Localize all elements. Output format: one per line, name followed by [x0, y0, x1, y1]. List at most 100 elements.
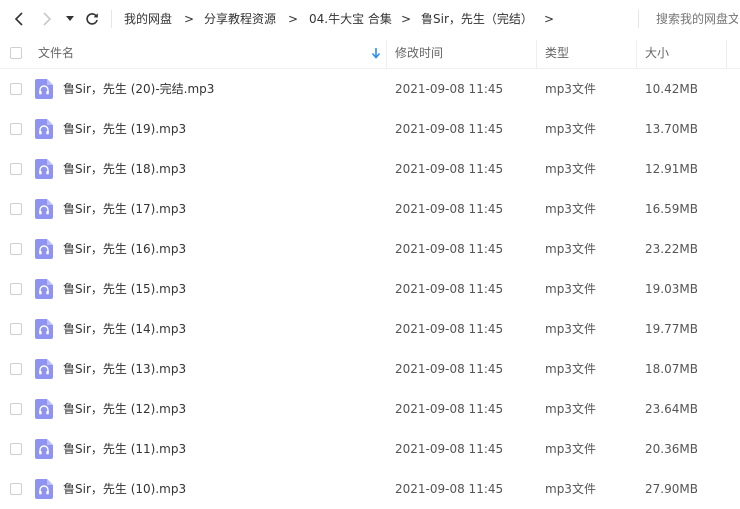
file-modified-time: 2021-09-08 11:45: [395, 482, 504, 496]
file-row[interactable]: 鲁Sir，先生 (12).mp3 2021-09-08 11:45 mp3文件 23.…: [0, 389, 740, 429]
chevron-left-icon: [14, 12, 23, 26]
file-row[interactable]: 鲁Sir，先生 (17).mp3 2021-09-08 11:45 mp3文件 16.…: [0, 189, 740, 229]
toolbar: 我的网盘 > 分享教程资源 > 04.牛大宝 合集 > 鲁Sir，先生（完结） …: [0, 0, 740, 38]
file-row[interactable]: 鲁Sir，先生 (20)-完结.mp3 2021-09-08 11:45 mp3文件…: [0, 69, 740, 109]
column-divider[interactable]: [726, 40, 727, 68]
file-row[interactable]: 鲁Sir，先生 (14).mp3 2021-09-08 11:45 mp3文件 19.…: [0, 309, 740, 349]
audio-file-icon: [35, 479, 53, 499]
audio-file-icon: [35, 79, 53, 99]
file-modified-time: 2021-09-08 11:45: [395, 82, 504, 96]
file-type: mp3文件: [545, 362, 596, 376]
file-name[interactable]: 鲁Sir，先生 (15).mp3: [63, 269, 186, 309]
file-size: 23.64MB: [645, 402, 698, 416]
file-type: mp3文件: [545, 162, 596, 176]
file-name[interactable]: 鲁Sir，先生 (19).mp3: [63, 109, 186, 149]
file-name[interactable]: 鲁Sir，先生 (14).mp3: [63, 309, 186, 349]
file-name[interactable]: 鲁Sir，先生 (11).mp3: [63, 429, 186, 469]
file-name[interactable]: 鲁Sir，先生 (13).mp3: [63, 349, 186, 389]
breadcrumb-item-my-drive[interactable]: 我的网盘: [124, 10, 172, 28]
file-modified-time: 2021-09-08 11:45: [395, 442, 504, 456]
row-checkbox[interactable]: [10, 123, 22, 135]
row-checkbox[interactable]: [10, 363, 22, 375]
audio-file-icon: [35, 119, 53, 139]
select-all-checkbox[interactable]: [10, 47, 22, 59]
breadcrumb-item-collection[interactable]: 04.牛大宝 合集: [309, 10, 392, 28]
column-header-name[interactable]: 文件名: [38, 38, 74, 68]
row-checkbox[interactable]: [10, 323, 22, 335]
file-name[interactable]: 鲁Sir，先生 (17).mp3: [63, 189, 186, 229]
row-checkbox[interactable]: [10, 283, 22, 295]
audio-file-icon: [35, 439, 53, 459]
audio-file-icon: [35, 279, 53, 299]
column-header-type[interactable]: 类型: [545, 38, 569, 68]
file-name[interactable]: 鲁Sir，先生 (12).mp3: [63, 389, 186, 429]
breadcrumb-separator: >: [401, 12, 412, 26]
column-header-size[interactable]: 大小: [645, 38, 669, 68]
toolbar-divider: [638, 10, 639, 28]
sort-descending-arrow-icon[interactable]: [371, 47, 381, 59]
breadcrumb-item-current-folder[interactable]: 鲁Sir，先生（完结）: [421, 10, 533, 28]
file-modified-time: 2021-09-08 11:45: [395, 402, 504, 416]
breadcrumb-item-shared-tutorials[interactable]: 分享教程资源: [204, 10, 276, 28]
file-row[interactable]: 鲁Sir，先生 (15).mp3 2021-09-08 11:45 mp3文件 19.…: [0, 269, 740, 309]
file-modified-time: 2021-09-08 11:45: [395, 322, 504, 336]
column-divider[interactable]: [386, 40, 387, 68]
row-checkbox[interactable]: [10, 443, 22, 455]
chevron-right-icon: [43, 12, 52, 26]
file-size: 12.91MB: [645, 162, 698, 176]
file-name[interactable]: 鲁Sir，先生 (10).mp3: [63, 469, 186, 509]
file-size: 27.90MB: [645, 482, 698, 496]
column-divider[interactable]: [636, 40, 637, 68]
file-row[interactable]: 鲁Sir，先生 (19).mp3 2021-09-08 11:45 mp3文件 13.…: [0, 109, 740, 149]
toolbar-divider: [111, 10, 112, 28]
column-header-modified[interactable]: 修改时间: [395, 38, 443, 68]
file-type: mp3文件: [545, 322, 596, 336]
file-type: mp3文件: [545, 242, 596, 256]
row-checkbox[interactable]: [10, 243, 22, 255]
file-size: 16.59MB: [645, 202, 698, 216]
caret-down-icon: [66, 16, 74, 21]
row-checkbox[interactable]: [10, 83, 22, 95]
file-row[interactable]: 鲁Sir，先生 (10).mp3 2021-09-08 11:45 mp3文件 27.…: [0, 469, 740, 509]
column-divider[interactable]: [536, 40, 537, 68]
file-name[interactable]: 鲁Sir，先生 (18).mp3: [63, 149, 186, 189]
audio-file-icon: [35, 399, 53, 419]
file-modified-time: 2021-09-08 11:45: [395, 122, 504, 136]
file-modified-time: 2021-09-08 11:45: [395, 362, 504, 376]
file-modified-time: 2021-09-08 11:45: [395, 282, 504, 296]
audio-file-icon: [35, 239, 53, 259]
file-size: 19.77MB: [645, 322, 698, 336]
row-checkbox[interactable]: [10, 483, 22, 495]
file-size: 23.22MB: [645, 242, 698, 256]
refresh-icon: [86, 13, 98, 25]
search-input[interactable]: [648, 8, 740, 30]
file-modified-time: 2021-09-08 11:45: [395, 202, 504, 216]
forward-button[interactable]: [36, 8, 58, 30]
breadcrumb-separator: >: [544, 12, 555, 26]
file-name[interactable]: 鲁Sir，先生 (16).mp3: [63, 229, 186, 269]
file-type: mp3文件: [545, 282, 596, 296]
file-row[interactable]: 鲁Sir，先生 (16).mp3 2021-09-08 11:45 mp3文件 23.…: [0, 229, 740, 269]
row-checkbox[interactable]: [10, 163, 22, 175]
file-type: mp3文件: [545, 442, 596, 456]
row-checkbox[interactable]: [10, 203, 22, 215]
file-row[interactable]: 鲁Sir，先生 (18).mp3 2021-09-08 11:45 mp3文件 12.…: [0, 149, 740, 189]
audio-file-icon: [35, 199, 53, 219]
refresh-button[interactable]: [81, 8, 103, 30]
file-type: mp3文件: [545, 82, 596, 96]
file-size: 18.07MB: [645, 362, 698, 376]
file-row[interactable]: 鲁Sir，先生 (13).mp3 2021-09-08 11:45 mp3文件 18.…: [0, 349, 740, 389]
file-list-header: 文件名 修改时间 类型 大小: [0, 38, 740, 69]
file-row[interactable]: 鲁Sir，先生 (11).mp3 2021-09-08 11:45 mp3文件 20.…: [0, 429, 740, 469]
file-size: 20.36MB: [645, 442, 698, 456]
file-type: mp3文件: [545, 122, 596, 136]
breadcrumb-separator: >: [288, 12, 299, 26]
file-name[interactable]: 鲁Sir，先生 (20)-完结.mp3: [63, 69, 214, 109]
file-modified-time: 2021-09-08 11:45: [395, 242, 504, 256]
audio-file-icon: [35, 359, 53, 379]
back-button[interactable]: [8, 8, 30, 30]
file-size: 19.03MB: [645, 282, 698, 296]
row-checkbox[interactable]: [10, 403, 22, 415]
file-size: 10.42MB: [645, 82, 698, 96]
history-dropdown-button[interactable]: [62, 8, 78, 30]
